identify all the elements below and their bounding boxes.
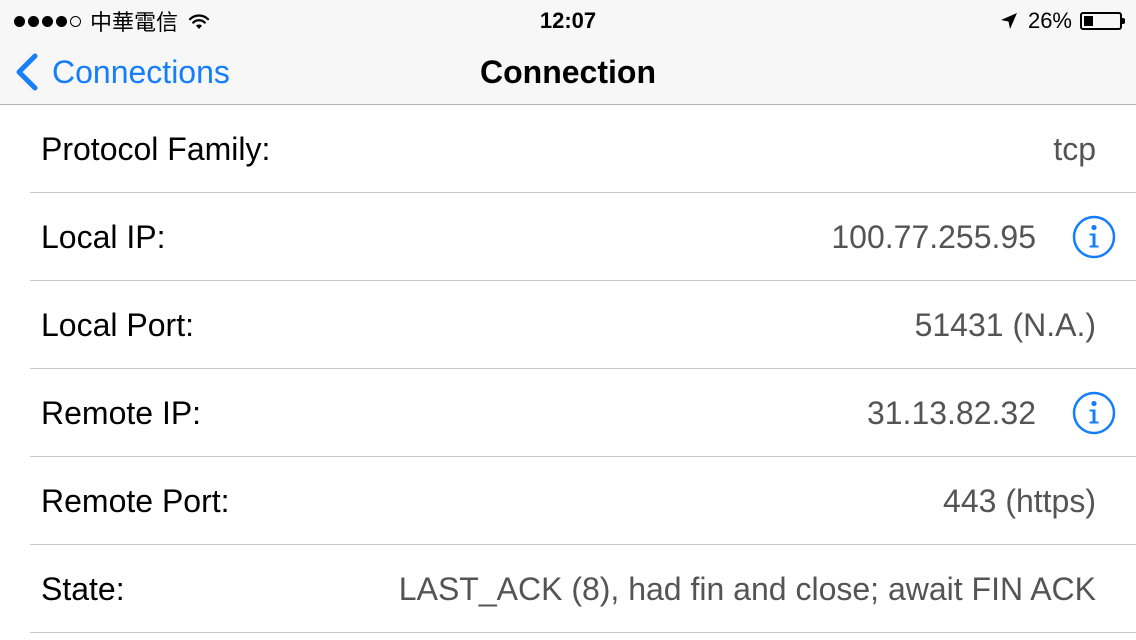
screen: 中華電信 12:07 26% Connections Connection Pr… bbox=[0, 0, 1136, 640]
battery-icon bbox=[1080, 12, 1125, 30]
top-bars: 中華電信 12:07 26% Connections Connection bbox=[0, 0, 1136, 105]
info-icon[interactable] bbox=[1072, 215, 1116, 259]
detail-row-state: State: LAST_ACK (8), had fin and close; a… bbox=[30, 545, 1136, 633]
detail-label: Local IP: bbox=[41, 219, 166, 255]
battery-percentage: 26% bbox=[1027, 8, 1072, 33]
detail-value: 31.13.82.32 bbox=[866, 395, 1036, 431]
location-arrow-icon bbox=[1000, 13, 1017, 29]
detail-value: 443 (https) bbox=[943, 483, 1096, 519]
detail-label: Protocol Family: bbox=[41, 131, 271, 167]
detail-label: Remote IP: bbox=[41, 395, 202, 431]
detail-row-remote-port: Remote Port: 443 (https) bbox=[30, 457, 1136, 545]
connection-details-table: Protocol Family: tcp Local IP: 100.77.255.9… bbox=[0, 105, 1136, 633]
detail-row-local-ip: Local IP: 100.77.255.95 bbox=[30, 193, 1136, 281]
battery-nub bbox=[1122, 18, 1125, 24]
detail-label: Remote Port: bbox=[41, 483, 230, 519]
status-right: 26% bbox=[1000, 7, 1125, 35]
detail-label: State: bbox=[41, 571, 125, 607]
detail-row-protocol-family: Protocol Family: tcp bbox=[30, 105, 1136, 193]
page-title: Connection bbox=[480, 54, 656, 90]
info-icon[interactable] bbox=[1072, 391, 1116, 435]
status-time: 12:07 bbox=[539, 8, 597, 33]
detail-row-remote-ip: Remote IP: 31.13.82.32 bbox=[30, 369, 1136, 457]
detail-value: 100.77.255.95 bbox=[831, 219, 1036, 255]
detail-value: tcp bbox=[1053, 131, 1096, 167]
status-bar: 中華電信 12:07 26% bbox=[0, 0, 1136, 40]
detail-label: Local Port: bbox=[41, 307, 194, 343]
detail-value: LAST_ACK (8), had fin and close; await F… bbox=[398, 571, 1096, 607]
detail-value: 51431 (N.A.) bbox=[914, 307, 1096, 343]
battery-level-fill bbox=[1084, 16, 1093, 26]
detail-row-local-port: Local Port: 51431 (N.A.) bbox=[30, 281, 1136, 369]
navigation-bar: Connections Connection bbox=[0, 40, 1136, 104]
